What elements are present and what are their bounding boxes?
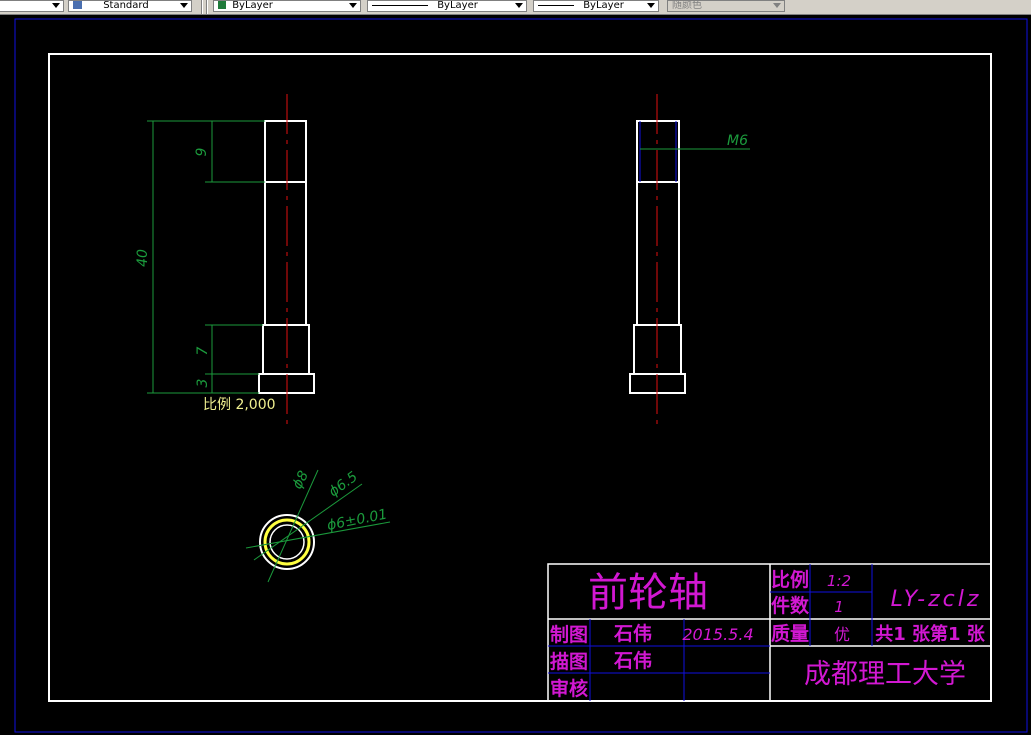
part-name: 前轮轴 <box>588 570 708 616</box>
drawing-number: LY-zclz <box>891 587 982 612</box>
traced-by: 石伟 <box>613 649 652 672</box>
chevron-down-icon <box>180 3 188 8</box>
dim-phi8: ϕ8 <box>289 468 312 492</box>
chevron-down-icon <box>647 3 655 8</box>
plot-style-dropdown[interactable]: 随颜色 <box>667 0 785 12</box>
layer-color-value: ByLayer <box>232 0 273 11</box>
sheet-info: 共1 张第1 张 <box>875 623 986 645</box>
chevron-down-icon <box>773 3 781 8</box>
chevron-down-icon <box>349 3 357 8</box>
layer-color-dropdown[interactable]: ByLayer <box>213 0 361 12</box>
count-value: 1 <box>834 598 844 616</box>
text-style-icon <box>73 1 82 9</box>
toolbar-separator <box>206 0 208 14</box>
traced-label: 描图 <box>550 650 588 673</box>
toolbar-separator <box>201 0 203 14</box>
dim-9: 9 <box>194 147 210 156</box>
chevron-down-icon <box>52 3 60 8</box>
scale-value: 1:2 <box>827 572 851 590</box>
quality-label: 质量 <box>771 623 809 645</box>
text-style-value: Standard <box>103 0 149 11</box>
date: 2015.5.4 <box>682 625 753 644</box>
scale-label: 比例 <box>771 568 809 591</box>
plot-style-value: 随颜色 <box>672 0 702 11</box>
drawn-label: 制图 <box>550 623 588 646</box>
lineweight-preview <box>538 4 574 6</box>
dim-40: 40 <box>135 249 151 267</box>
drawn-by: 石伟 <box>613 622 652 645</box>
chevron-down-icon <box>515 3 523 8</box>
quality-value: 优 <box>834 625 850 644</box>
color-swatch <box>218 1 226 9</box>
lineweight-dropdown[interactable]: ByLayer <box>533 0 659 12</box>
checked-label: 审核 <box>550 677 588 700</box>
dim-m6: M6 <box>727 133 748 149</box>
style-left-dropdown[interactable] <box>0 0 64 12</box>
linetype-preview <box>372 4 428 6</box>
lineweight-value: ByLayer <box>583 0 624 11</box>
drawing-canvas[interactable]: 9 40 7 3 比例 2,000 M6 ϕ8 ϕ6.5 ϕ6±0.01 前轮轴… <box>0 14 1031 735</box>
dim-7: 7 <box>195 346 211 355</box>
institution: 成都理工大学 <box>804 659 966 690</box>
properties-toolbar: Standard ByLayer ByLayer ByLayer 随颜色 <box>0 0 1031 15</box>
dim-phi6-5: ϕ6.5 <box>326 469 361 501</box>
drawing-border <box>48 53 992 702</box>
count-label: 件数 <box>771 594 810 617</box>
dim-phi6: ϕ6±0.01 <box>326 507 389 534</box>
scale-note: 比例 2,000 <box>203 397 276 413</box>
text-style-dropdown[interactable]: Standard <box>68 0 192 12</box>
dim-3: 3 <box>195 379 211 388</box>
linetype-value: ByLayer <box>437 0 478 11</box>
linetype-dropdown[interactable]: ByLayer <box>367 0 527 12</box>
